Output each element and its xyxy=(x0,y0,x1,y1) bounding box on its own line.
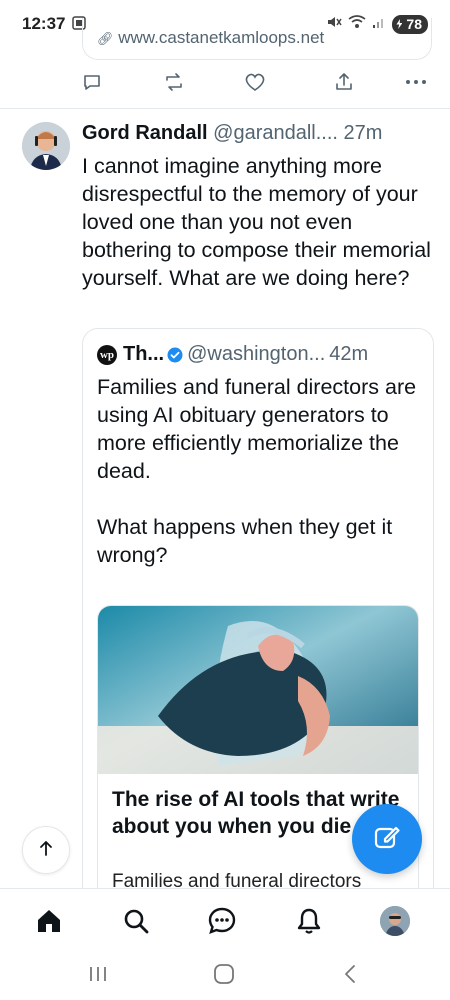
washington-post-logo: wp xyxy=(97,344,117,365)
profile-avatar-image xyxy=(380,906,410,936)
quoted-author-name: Th... xyxy=(123,343,165,365)
status-time: 12:37 xyxy=(22,14,66,33)
home-icon[interactable] xyxy=(33,905,65,937)
news-link-card[interactable]: The rise of AI tools that write about yo… xyxy=(97,605,419,927)
link-url-text: www.castanetkamloops.net xyxy=(118,28,325,47)
scroll-to-top-button[interactable] xyxy=(22,826,70,874)
tweet-divider xyxy=(0,108,450,109)
author-avatar[interactable] xyxy=(22,122,70,170)
quoted-tweet-time: 42m xyxy=(329,343,369,365)
share-icon[interactable] xyxy=(332,70,356,94)
news-card-image xyxy=(98,606,418,774)
quoted-tweet-header: wp Th... @washington... 42m xyxy=(97,343,422,366)
like-icon[interactable] xyxy=(243,70,267,94)
reply-icon[interactable] xyxy=(80,70,104,94)
tweet-header: Gord Randall @garandall.... 27m xyxy=(82,122,434,145)
repost-icon[interactable] xyxy=(162,70,186,94)
quoted-author-handle: @washington... xyxy=(187,343,326,365)
bottom-navigation xyxy=(0,888,450,954)
author-name[interactable]: Gord Randall xyxy=(82,122,208,144)
recents-icon[interactable] xyxy=(86,962,110,986)
more-icon[interactable] xyxy=(404,70,428,94)
verified-badge-icon xyxy=(167,347,183,363)
compose-icon xyxy=(372,822,402,857)
author-handle[interactable]: @garandall.... xyxy=(213,122,338,144)
back-icon[interactable] xyxy=(338,962,362,986)
compose-button[interactable] xyxy=(352,804,422,874)
search-icon[interactable] xyxy=(120,905,152,937)
tweet-text: I cannot imagine anything more disrespec… xyxy=(82,154,431,290)
arrow-up-icon xyxy=(37,839,55,862)
tweet-time: 27m xyxy=(343,122,383,144)
previous-link-card[interactable]: 🔗︎ www.castanetkamloops.net xyxy=(82,18,432,60)
system-navigation-bar xyxy=(0,954,450,1000)
profile-avatar[interactable] xyxy=(379,905,411,937)
messages-icon[interactable] xyxy=(206,905,238,937)
link-card-url: 🔗︎ www.castanetkamloops.net xyxy=(97,28,324,48)
quoted-tweet-text: Families and funeral directors are using… xyxy=(97,375,417,567)
notifications-icon[interactable] xyxy=(293,905,325,937)
home-circle-icon[interactable] xyxy=(212,962,236,986)
tweet-action-row xyxy=(80,70,430,98)
link-icon: 🔗︎ xyxy=(97,31,114,46)
